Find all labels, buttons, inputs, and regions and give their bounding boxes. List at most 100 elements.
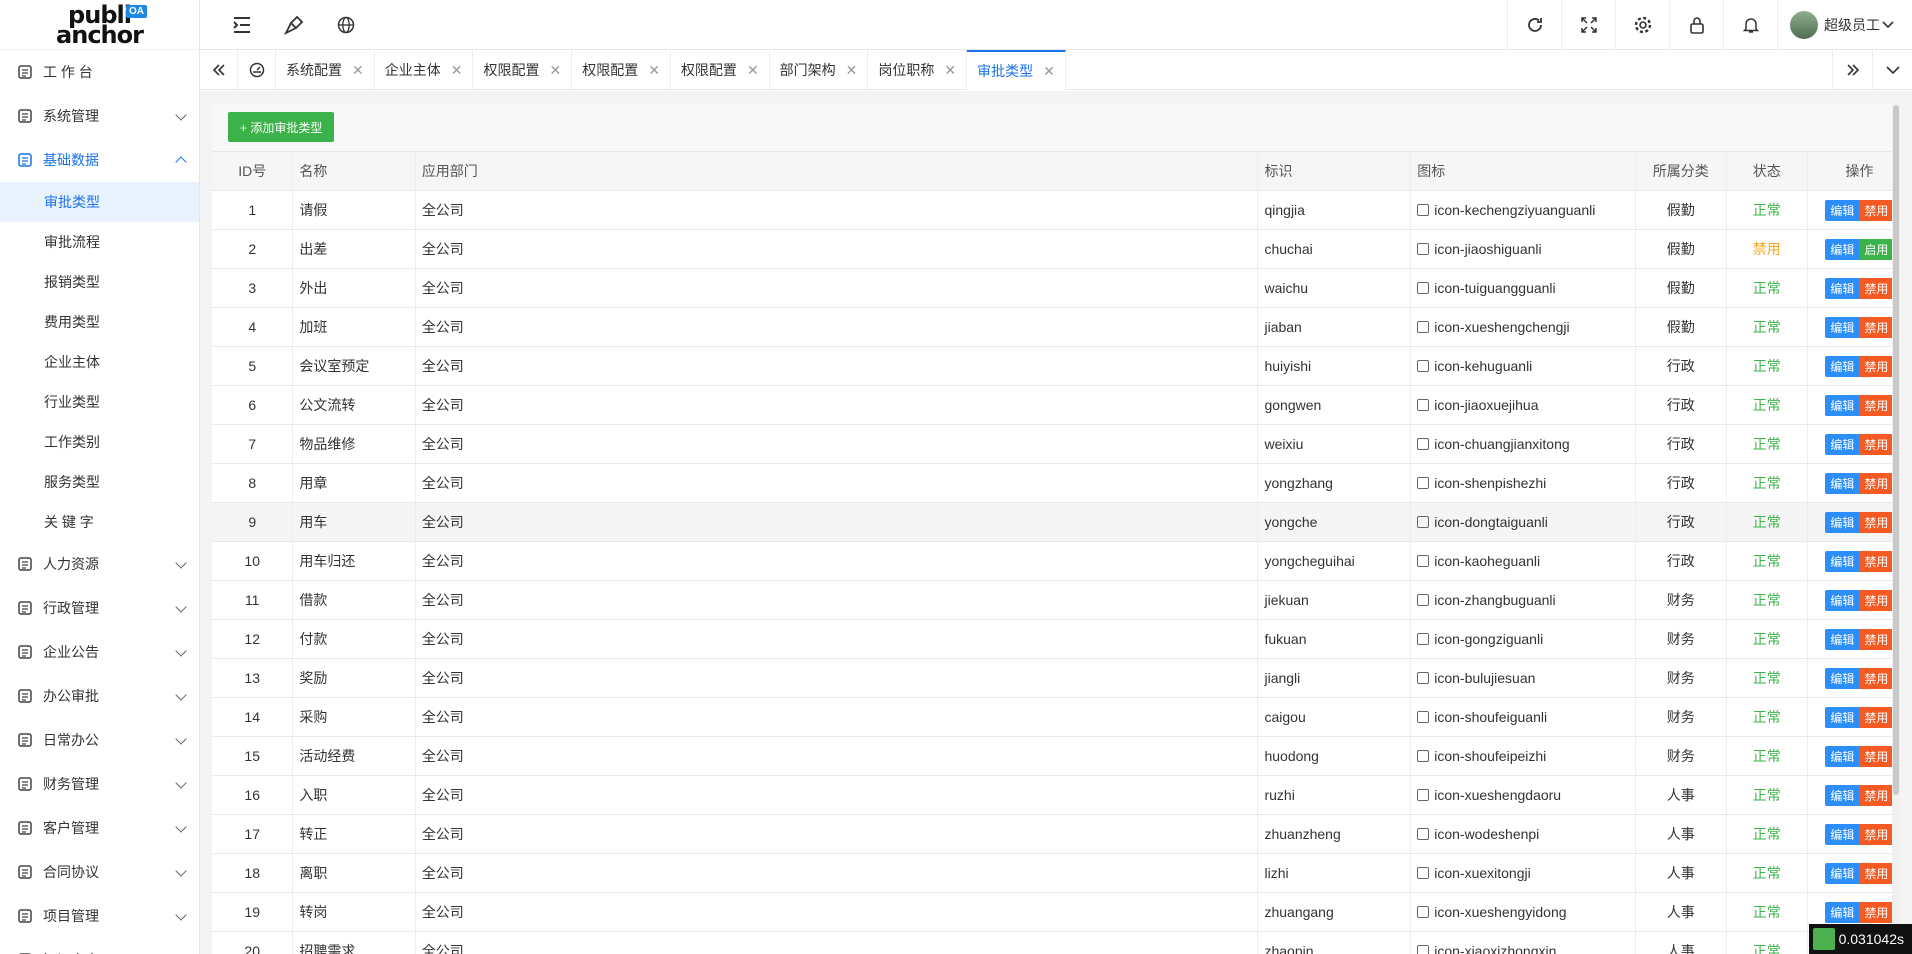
notification-button[interactable] [1723,0,1777,50]
fullscreen-button[interactable] [1561,0,1615,50]
sidebar-item-9[interactable]: 客户管理 [0,806,199,850]
table-row[interactable]: 11 借款 全公司 jiekuan icon-zhangbuguanli 财务 正常 编辑 禁用 [212,580,1900,620]
edit-button[interactable]: 编辑 [1825,355,1860,377]
refresh-button[interactable] [1507,0,1561,50]
user-menu[interactable]: 超级员工 [1777,0,1912,50]
edit-button[interactable]: 编辑 [1825,823,1860,845]
col-header-name[interactable]: 名称 [292,151,416,191]
sidebar-item-5[interactable]: 企业公告 [0,630,199,674]
edit-button[interactable]: 编辑 [1825,511,1860,533]
scrollbar-thumb[interactable] [1893,105,1899,795]
tab-scroll-right-button[interactable] [1832,50,1872,90]
edit-button[interactable]: 编辑 [1825,589,1860,611]
table-row[interactable]: 2 出差 全公司 chuchai icon-jiaoshiguanli 假勤 禁用 编辑 启用 [212,229,1900,269]
edit-button[interactable]: 编辑 [1825,238,1860,260]
toggle-status-button[interactable]: 禁用 [1859,277,1894,299]
edit-button[interactable]: 编辑 [1825,394,1860,416]
toggle-status-button[interactable]: 禁用 [1859,706,1894,728]
sidebar-item-0[interactable]: 工 作 台 [0,50,199,94]
edit-button[interactable]: 编辑 [1825,433,1860,455]
logo[interactable]: publi anchor OA [0,0,199,50]
toggle-status-button[interactable]: 禁用 [1859,628,1894,650]
table-row[interactable]: 7 物品维修 全公司 weixiu icon-chuangjianxitong 行政 正常编… [212,424,1900,464]
toggle-status-button[interactable]: 禁用 [1859,433,1894,455]
table-row[interactable]: 17 转正 全公司 zhuanzheng icon-wodeshenpi 人事 正常 编辑 禁用 [212,814,1900,854]
edit-button[interactable]: 编辑 [1825,472,1860,494]
table-row[interactable]: 16 入职 全公司 ruzhi icon-xueshengdaoru 人事 正常 编辑 禁用 [212,775,1900,815]
table-row[interactable]: 13 奖励 全公司 jiangli icon-bulujiesuan 财务 正常 编辑 禁用 [212,658,1900,698]
submenu-item-2[interactable]: 报销类型 [0,262,199,302]
edit-button[interactable]: 编辑 [1825,628,1860,650]
edit-button[interactable]: 编辑 [1825,706,1860,728]
submenu-item-8[interactable]: 关 键 字 [0,502,199,542]
table-row[interactable]: 4 加班 全公司 jiaban icon-xueshengchengji 假勤 正常 编辑 禁用 [212,307,1900,347]
close-icon[interactable]: ✕ [352,62,364,79]
edit-button[interactable]: 编辑 [1825,550,1860,572]
submenu-item-1[interactable]: 审批流程 [0,222,199,262]
tab-2[interactable]: 权限配置 ✕ [473,50,573,90]
col-header-status[interactable]: 状态 [1726,151,1808,191]
close-icon[interactable]: ✕ [944,62,956,79]
edit-button[interactable]: 编辑 [1825,277,1860,299]
col-header-dept[interactable]: 应用部门 [415,151,1259,191]
table-row[interactable]: 9 用车 全公司 yongche icon-dongtaiguanli 行政 正常 编辑 禁用 [212,502,1900,542]
sidebar-item-8[interactable]: 财务管理 [0,762,199,806]
close-icon[interactable]: ✕ [648,62,660,79]
toggle-status-button[interactable]: 禁用 [1859,862,1894,884]
menu-toggle-button[interactable] [216,0,268,50]
add-approval-type-button[interactable]: + 添加审批类型 [228,112,335,142]
edit-button[interactable]: 编辑 [1825,199,1860,221]
sidebar-item-1[interactable]: 系统管理 [0,94,199,138]
close-icon[interactable]: ✕ [846,62,858,79]
submenu-item-6[interactable]: 工作类别 [0,422,199,462]
tab-scroll-left-button[interactable] [200,50,238,90]
toggle-status-button[interactable]: 禁用 [1859,394,1894,416]
toggle-status-button[interactable]: 禁用 [1859,355,1894,377]
toggle-status-button[interactable]: 启用 [1859,238,1894,260]
edit-button[interactable]: 编辑 [1825,745,1860,767]
toggle-status-button[interactable]: 禁用 [1859,199,1894,221]
toggle-status-button[interactable]: 禁用 [1859,472,1894,494]
sidebar-item-6[interactable]: 办公审批 [0,674,199,718]
edit-button[interactable]: 编辑 [1825,784,1860,806]
sidebar-item-4[interactable]: 行政管理 [0,586,199,630]
sidebar-item-3[interactable]: 人力资源 [0,542,199,586]
col-header-id[interactable]: ID号 [212,151,294,191]
submenu-item-7[interactable]: 服务类型 [0,462,199,502]
brush-button[interactable] [268,0,320,50]
edit-button[interactable]: 编辑 [1825,862,1860,884]
toggle-status-button[interactable]: 禁用 [1859,667,1894,689]
edit-button[interactable]: 编辑 [1825,667,1860,689]
table-row[interactable]: 14 采购 全公司 caigou icon-shoufeiguanli 财务 正常 编辑 禁用 [212,697,1900,737]
close-icon[interactable]: ✕ [549,62,561,79]
tab-menu-button[interactable] [1872,50,1912,90]
sidebar-item-12[interactable]: 知识文章 [0,938,199,954]
toggle-status-button[interactable]: 禁用 [1859,745,1894,767]
table-row[interactable]: 6 公文流转 全公司 gongwen icon-jiaoxuejihua 行政 正常 编辑 禁用 [212,385,1900,425]
toggle-status-button[interactable]: 禁用 [1859,550,1894,572]
table-row[interactable]: 3 外出 全公司 waichu icon-tuiguangguanli 假勤 正常 编辑 禁用 [212,268,1900,308]
vertical-scrollbar[interactable] [1892,103,1900,954]
table-row[interactable]: 18 离职 全公司 lizhi icon-xuexitongji 人事 正常 编辑 禁用 [212,853,1900,893]
toggle-status-button[interactable]: 禁用 [1859,823,1894,845]
sidebar-item-7[interactable]: 日常办公 [0,718,199,762]
table-row[interactable]: 19 转岗 全公司 zhuangang icon-xueshengyidong 人事 正常编… [212,892,1900,932]
tab-5[interactable]: 部门架构 ✕ [770,50,869,90]
submenu-item-5[interactable]: 行业类型 [0,382,199,422]
col-header-key[interactable]: 标识 [1257,151,1412,191]
col-header-category[interactable]: 所属分类 [1635,151,1727,191]
toggle-status-button[interactable]: 禁用 [1859,901,1894,923]
submenu-item-3[interactable]: 费用类型 [0,302,199,342]
submenu-item-4[interactable]: 企业主体 [0,342,199,382]
tab-0[interactable]: 系统配置 ✕ [276,50,375,90]
col-header-icon[interactable]: 图标 [1410,151,1636,191]
table-row[interactable]: 10 用车归还 全公司 yongcheguihai icon-kaoheguanli 行政… [212,541,1900,581]
tab-7[interactable]: 审批类型 ✕ [967,50,1066,90]
tab-4[interactable]: 权限配置 ✕ [671,50,770,90]
tab-6[interactable]: 岗位职称 ✕ [868,50,968,90]
table-row[interactable]: 5 会议室预定 全公司 huiyishi icon-kehuguanli 行政 正常 编辑 禁用 [212,346,1900,386]
close-icon[interactable]: ✕ [747,62,759,79]
tab-1[interactable]: 企业主体 ✕ [375,50,474,90]
tab-home[interactable] [238,50,276,90]
table-row[interactable]: 12 付款 全公司 fukuan icon-gongziguanli 财务 正常 编辑 禁用 [212,619,1900,659]
